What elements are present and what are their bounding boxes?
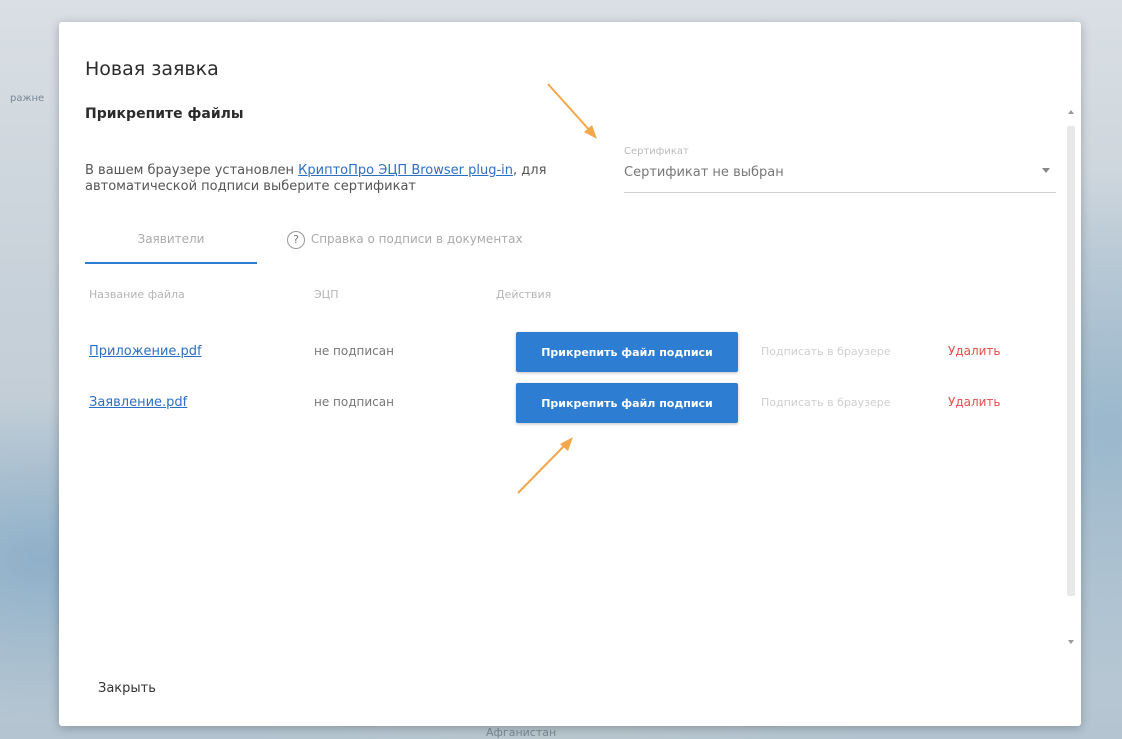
scroll-thumb[interactable] xyxy=(1067,126,1075,596)
signature-status: не подписан xyxy=(314,395,394,409)
attach-signature-button[interactable]: Прикрепить файл подписи xyxy=(516,383,738,423)
certificate-label: Сертификат xyxy=(624,146,689,157)
column-header-filename: Название файла xyxy=(89,288,185,301)
table-row: Заявление.pdf не подписан Прикрепить фай… xyxy=(59,383,1081,423)
dialog-subtitle: Прикрепите файлы xyxy=(85,106,244,122)
table-row: Приложение.pdf не подписан Прикрепить фа… xyxy=(59,332,1081,372)
close-button[interactable]: Закрыть xyxy=(98,681,156,696)
tab-applicants[interactable]: Заявители xyxy=(85,222,257,264)
background-label: ражне xyxy=(10,93,45,104)
plugin-info-text: В вашем браузере установлен КриптоПро ЭЦ… xyxy=(85,163,605,195)
file-link[interactable]: Заявление.pdf xyxy=(89,395,187,410)
certificate-value: Сертификат не выбран xyxy=(624,165,784,180)
new-request-dialog: Новая заявка Прикрепите файлы В вашем бр… xyxy=(59,22,1081,726)
file-link[interactable]: Приложение.pdf xyxy=(89,344,202,359)
scrollbar[interactable] xyxy=(1064,106,1078,661)
column-header-actions: Действия xyxy=(496,288,552,301)
scroll-up-icon[interactable] xyxy=(1068,110,1074,114)
delete-file-link[interactable]: Удалить xyxy=(948,395,1001,409)
attach-signature-button[interactable]: Прикрепить файл подписи xyxy=(516,332,738,372)
info-prefix: В вашем браузере установлен xyxy=(85,163,299,178)
dialog-title: Новая заявка xyxy=(85,58,219,80)
plugin-link[interactable]: КриптоПро ЭЦП Browser plug-in xyxy=(298,163,513,178)
help-icon: ? xyxy=(287,230,305,249)
background-map-label: Афганистан xyxy=(486,726,557,739)
certificate-select[interactable]: Сертификат Сертификат не выбран xyxy=(624,142,1056,193)
scroll-down-icon[interactable] xyxy=(1068,640,1074,644)
chevron-down-icon xyxy=(1042,168,1050,173)
tabs-bar: Заявители ? Справка о подписи в документ… xyxy=(85,222,605,264)
delete-file-link[interactable]: Удалить xyxy=(948,344,1001,358)
tab-signature-info-label: Справка о подписи в документах xyxy=(310,232,523,246)
sign-in-browser-link[interactable]: Подписать в браузере xyxy=(761,345,891,358)
signature-status: не подписан xyxy=(314,344,394,358)
column-header-signature: ЭЦП xyxy=(314,288,339,301)
tab-signature-info[interactable]: ? Справка о подписи в документах xyxy=(287,222,523,262)
sign-in-browser-link[interactable]: Подписать в браузере xyxy=(761,396,891,409)
